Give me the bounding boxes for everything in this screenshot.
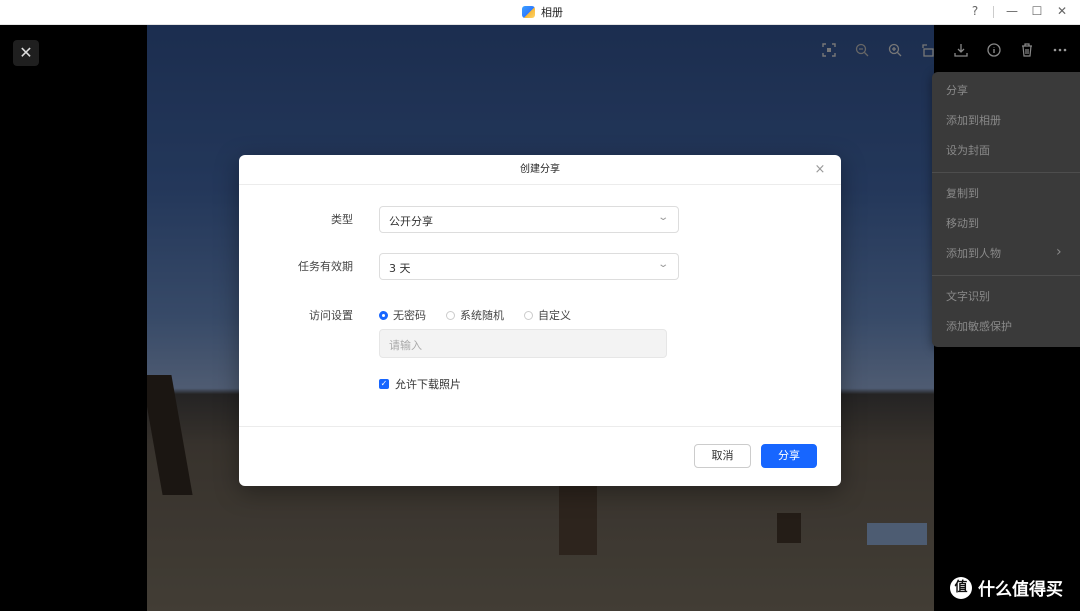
watermark-logo: 值 xyxy=(950,576,972,599)
menu-item-text-recognition[interactable]: 文字识别 xyxy=(946,290,990,304)
dialog-close-icon[interactable]: × xyxy=(813,163,827,177)
chevron-right-icon: › xyxy=(1056,244,1062,260)
menu-item-add-to-person[interactable]: 添加到人物 xyxy=(946,247,1001,261)
cancel-button[interactable]: 取消 xyxy=(694,444,751,468)
allow-download-checkbox[interactable]: ✓ 允许下载照片 xyxy=(379,376,461,392)
radio-unselected-icon xyxy=(524,310,533,320)
menu-item-add-to-album[interactable]: 添加到相册 xyxy=(946,114,1001,128)
menu-item-move-to[interactable]: 移动到 xyxy=(946,217,979,231)
radio-selected-icon xyxy=(379,310,388,320)
radio-unselected-icon xyxy=(446,310,455,320)
checkbox-checked-icon: ✓ xyxy=(379,379,389,389)
chevron-down-icon: ⌄ xyxy=(656,259,669,270)
radio-label: 无密码 xyxy=(393,309,426,322)
menu-divider xyxy=(932,172,1080,173)
dialog-title: 创建分享 xyxy=(239,155,841,185)
window-title: 相册 xyxy=(541,6,563,19)
share-button[interactable]: 分享 xyxy=(761,444,817,468)
watermark-text: 什么值得买 xyxy=(978,580,1063,600)
type-label: 类型 xyxy=(331,213,353,226)
info-icon[interactable] xyxy=(983,41,1005,63)
minimize-button[interactable]: — xyxy=(1003,2,1021,20)
help-button[interactable]: ? xyxy=(966,2,984,20)
radio-system-random[interactable]: 系统随机 xyxy=(446,307,504,323)
zoom-out-icon[interactable] xyxy=(851,41,873,63)
validity-select-value: 3 天 xyxy=(389,262,411,275)
watermark: 值 什么值得买 xyxy=(950,575,1063,600)
validity-select[interactable]: 3 天 ⌄ xyxy=(379,253,679,280)
allow-download-label: 允许下载照片 xyxy=(395,378,461,391)
password-input[interactable]: 请输入 xyxy=(379,329,667,358)
title-bar: 相册 ? — ☐ ✕ xyxy=(0,0,1080,25)
menu-item-sensitive-protection[interactable]: 添加敏感保护 xyxy=(946,320,1012,334)
access-radio-group: 无密码 系统随机 自定义 xyxy=(379,307,591,323)
type-select-value: 公开分享 xyxy=(389,215,433,228)
menu-divider xyxy=(932,275,1080,276)
app-title: 相册 xyxy=(522,4,563,20)
dialog-divider xyxy=(239,426,841,427)
create-share-dialog: 创建分享 × 类型 公开分享 ⌄ 任务有效期 3 天 ⌄ 访问设置 无密码 系统… xyxy=(239,155,841,486)
radio-label: 系统随机 xyxy=(460,309,504,322)
menu-item-share[interactable]: 分享 xyxy=(946,84,968,98)
zoom-in-icon[interactable] xyxy=(884,41,906,63)
radio-label: 自定义 xyxy=(538,309,571,322)
menu-item-set-cover[interactable]: 设为封面 xyxy=(946,144,990,158)
close-window-button[interactable]: ✕ xyxy=(1053,2,1071,20)
album-app-icon xyxy=(522,6,535,18)
context-menu: 分享 添加到相册 设为封面 复制到 移动到 添加到人物 › 文字识别 添加敏感保… xyxy=(932,72,1080,347)
type-select[interactable]: 公开分享 ⌄ xyxy=(379,206,679,233)
close-viewer-button[interactable]: ✕ xyxy=(13,40,39,66)
access-label: 访问设置 xyxy=(309,309,353,322)
scan-icon[interactable] xyxy=(818,41,840,63)
chevron-down-icon: ⌄ xyxy=(656,212,669,223)
download-icon[interactable] xyxy=(950,41,972,63)
rotate-icon[interactable] xyxy=(917,41,939,63)
validity-label: 任务有效期 xyxy=(298,260,353,273)
title-divider xyxy=(993,6,994,18)
more-icon[interactable] xyxy=(1049,41,1071,63)
delete-icon[interactable] xyxy=(1016,41,1038,63)
maximize-button[interactable]: ☐ xyxy=(1028,2,1046,20)
radio-no-password[interactable]: 无密码 xyxy=(379,307,426,323)
menu-item-copy-to[interactable]: 复制到 xyxy=(946,187,979,201)
radio-custom[interactable]: 自定义 xyxy=(524,307,571,323)
